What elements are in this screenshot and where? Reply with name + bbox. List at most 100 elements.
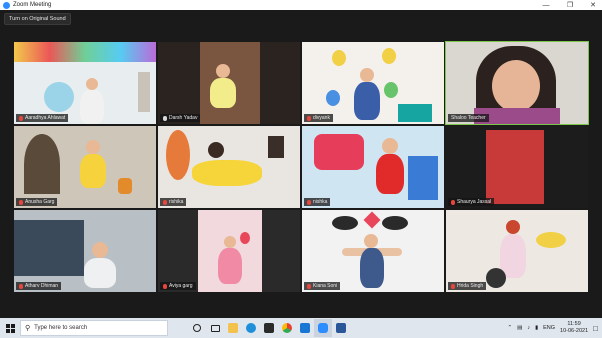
- participant-name: rishika: [169, 199, 184, 205]
- video-tile[interactable]: nishka: [302, 126, 444, 208]
- child-head: [216, 64, 230, 78]
- child-figure: [218, 248, 242, 284]
- video-feed: [302, 210, 444, 292]
- minimize-button[interactable]: —: [537, 0, 555, 10]
- mic-icon: [163, 115, 167, 121]
- task-view-icon[interactable]: [206, 319, 224, 337]
- participant-nameplate: Aaradhya Ahlawat: [16, 114, 69, 122]
- store-icon[interactable]: [260, 319, 278, 337]
- participant-nameplate: divyank: [304, 114, 333, 122]
- participant-name: Shaloo Teacher: [451, 115, 486, 121]
- child-figure: [210, 78, 236, 108]
- participant-nameplate: Kiana Soni: [304, 282, 341, 290]
- video-tile-active-speaker[interactable]: Shaloo Teacher: [445, 41, 589, 125]
- participant-name: Aaradhya Ahlawat: [25, 115, 66, 121]
- child-head: [506, 220, 520, 234]
- balloon: [384, 82, 398, 98]
- battery-icon[interactable]: ▮: [535, 325, 538, 331]
- video-feed: [302, 126, 444, 208]
- maximize-button[interactable]: ❐: [561, 0, 579, 10]
- child-head: [208, 142, 224, 158]
- child-head: [360, 68, 374, 82]
- chrome-icon[interactable]: [278, 319, 296, 337]
- system-tray: ⌃ ▤ ♪ ▮ ENG 11:59 10-06-2021 □: [508, 318, 602, 338]
- video-tile[interactable]: divyank: [302, 42, 444, 124]
- participant-nameplate: nishka: [304, 198, 331, 206]
- language-indicator[interactable]: ENG: [543, 325, 555, 331]
- child-figure: [80, 90, 104, 124]
- volume-icon[interactable]: ♪: [527, 325, 530, 331]
- palm-decoration: [166, 130, 190, 180]
- video-feed: [14, 42, 156, 124]
- balloon: [332, 50, 346, 66]
- video-feed: [446, 126, 588, 208]
- video-feed: [158, 42, 300, 124]
- video-feed: [14, 210, 156, 292]
- wing-decoration: [332, 216, 358, 230]
- participant-name: Kiana Soni: [313, 283, 338, 289]
- chair: [398, 104, 432, 122]
- clock[interactable]: 11:59 10-06-2021: [560, 321, 588, 335]
- mail-icon[interactable]: [296, 319, 314, 337]
- child-figure: [354, 82, 380, 120]
- video-tile[interactable]: Anusha Garg: [14, 126, 156, 208]
- zoom-logo-icon: [3, 1, 10, 9]
- original-sound-button[interactable]: Turn on Original Sound: [4, 13, 71, 25]
- cortana-icon[interactable]: [188, 319, 206, 337]
- participant-nameplate: Anusha Garg: [16, 198, 58, 206]
- balloon: [326, 90, 340, 106]
- meeting-area: Turn on Original Sound Aaradhya Ahlawat …: [0, 10, 602, 318]
- windows-logo-icon: [5, 323, 15, 333]
- toy: [118, 178, 132, 194]
- word-icon[interactable]: [332, 319, 350, 337]
- video-tile[interactable]: Aviya garg: [158, 210, 300, 292]
- participant-name: divyank: [313, 115, 330, 121]
- tree-mural: [24, 134, 60, 194]
- close-button[interactable]: ✕: [584, 0, 602, 10]
- participant-name: Hrida Singh: [457, 283, 484, 289]
- child-figure: [84, 258, 116, 288]
- poster-board: [408, 156, 438, 200]
- video-feed: [158, 126, 300, 208]
- edge-icon[interactable]: [242, 319, 260, 337]
- balloons: [536, 232, 566, 248]
- balloon: [240, 232, 250, 244]
- network-icon[interactable]: ▤: [517, 325, 522, 331]
- video-feed: [302, 42, 444, 124]
- umbrella-decoration: [44, 82, 74, 112]
- taskbar-search-box[interactable]: ⚲ Type here to search: [20, 320, 168, 336]
- child-figure: [80, 154, 106, 188]
- curtain: [14, 220, 84, 276]
- clock-date: 10-06-2021: [560, 328, 589, 334]
- video-tile[interactable]: Kiana Soni: [302, 210, 444, 292]
- participant-nameplate: Shaurya Jassal: [448, 198, 495, 206]
- mic-muted-icon: [19, 283, 23, 289]
- video-tile[interactable]: Darsh Yadav: [158, 42, 300, 124]
- mic-muted-icon: [163, 283, 167, 289]
- participant-name: Aviya garg: [169, 283, 193, 289]
- mic-muted-icon: [307, 283, 311, 289]
- child-head: [382, 138, 398, 154]
- balloon: [382, 48, 396, 64]
- video-tile[interactable]: Atharv Dhiman: [14, 210, 156, 292]
- video-tile[interactable]: Hrida Singh: [446, 210, 588, 292]
- clock-time: 11:59: [567, 321, 581, 327]
- notifications-icon[interactable]: □: [593, 324, 598, 333]
- video-tile[interactable]: Shaurya Jassal: [446, 126, 588, 208]
- file-explorer-icon[interactable]: [224, 319, 242, 337]
- zoom-taskbar-icon[interactable]: [314, 319, 332, 337]
- video-tile[interactable]: rishika: [158, 126, 300, 208]
- child-head: [86, 140, 100, 154]
- participant-nameplate: Atharv Dhiman: [16, 282, 62, 290]
- wing-decoration: [382, 216, 408, 230]
- start-button[interactable]: [0, 318, 20, 338]
- mic-muted-icon: [19, 199, 23, 205]
- participant-name: Atharv Dhiman: [25, 283, 59, 289]
- child-head: [224, 236, 236, 248]
- mic-muted-icon: [163, 199, 167, 205]
- video-tile[interactable]: Aaradhya Ahlawat: [14, 42, 156, 124]
- search-icon: ⚲: [25, 325, 31, 332]
- mic-muted-icon: [19, 115, 23, 121]
- window-titlebar: Zoom Meeting — ❐ ✕: [0, 0, 602, 10]
- chevron-up-icon[interactable]: ⌃: [508, 325, 513, 331]
